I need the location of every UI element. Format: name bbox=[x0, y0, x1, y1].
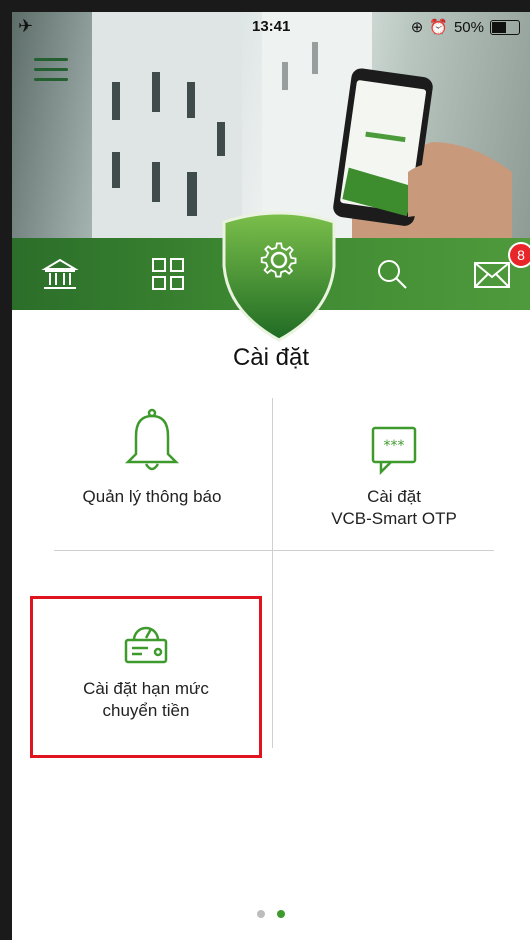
status-time: 13:41 bbox=[252, 18, 291, 35]
airplane-icon: ✈ bbox=[18, 16, 34, 36]
svg-text:***: *** bbox=[384, 438, 405, 454]
grid-icon[interactable] bbox=[144, 250, 192, 298]
alarm-icon: ⏰ bbox=[429, 19, 448, 36]
tile-label: Quản lý thông báo bbox=[82, 487, 222, 506]
battery-percent: 50% bbox=[453, 18, 484, 36]
tile-label-line1: Cài đặt bbox=[367, 487, 421, 506]
settings-tab-active[interactable] bbox=[220, 208, 338, 342]
page-dot-active[interactable] bbox=[277, 910, 285, 918]
bank-icon[interactable] bbox=[36, 250, 84, 298]
message-otp-icon: *** bbox=[371, 426, 417, 476]
search-icon[interactable] bbox=[368, 250, 416, 298]
otp-settings-tile[interactable]: *** Cài đặt VCB-Smart OTP bbox=[294, 400, 494, 530]
grid-divider-vertical bbox=[272, 398, 273, 748]
grid-divider-horizontal bbox=[54, 550, 494, 551]
rotation-lock-icon: ⊕ bbox=[410, 19, 424, 36]
hand-holding-phone-image bbox=[333, 68, 512, 252]
battery-icon bbox=[490, 19, 520, 35]
mail-badge: 8 bbox=[508, 242, 530, 268]
highlight-box bbox=[30, 596, 262, 758]
bell-icon bbox=[124, 408, 180, 471]
hamburger-menu-icon[interactable] bbox=[34, 54, 68, 84]
tile-label-line2: VCB-Smart OTP bbox=[331, 509, 457, 528]
page-title: Cài đặt bbox=[232, 344, 310, 371]
app-screen: ✈ 13:41 ⊕ ⏰ 50% 8 Cài đặt Quản lý thông … bbox=[12, 12, 530, 940]
page-dot[interactable] bbox=[257, 910, 265, 918]
page-indicator bbox=[257, 910, 285, 918]
notification-settings-tile[interactable]: Quản lý thông báo bbox=[52, 400, 252, 508]
status-bar: ✈ 13:41 ⊕ ⏰ 50% bbox=[12, 12, 530, 40]
